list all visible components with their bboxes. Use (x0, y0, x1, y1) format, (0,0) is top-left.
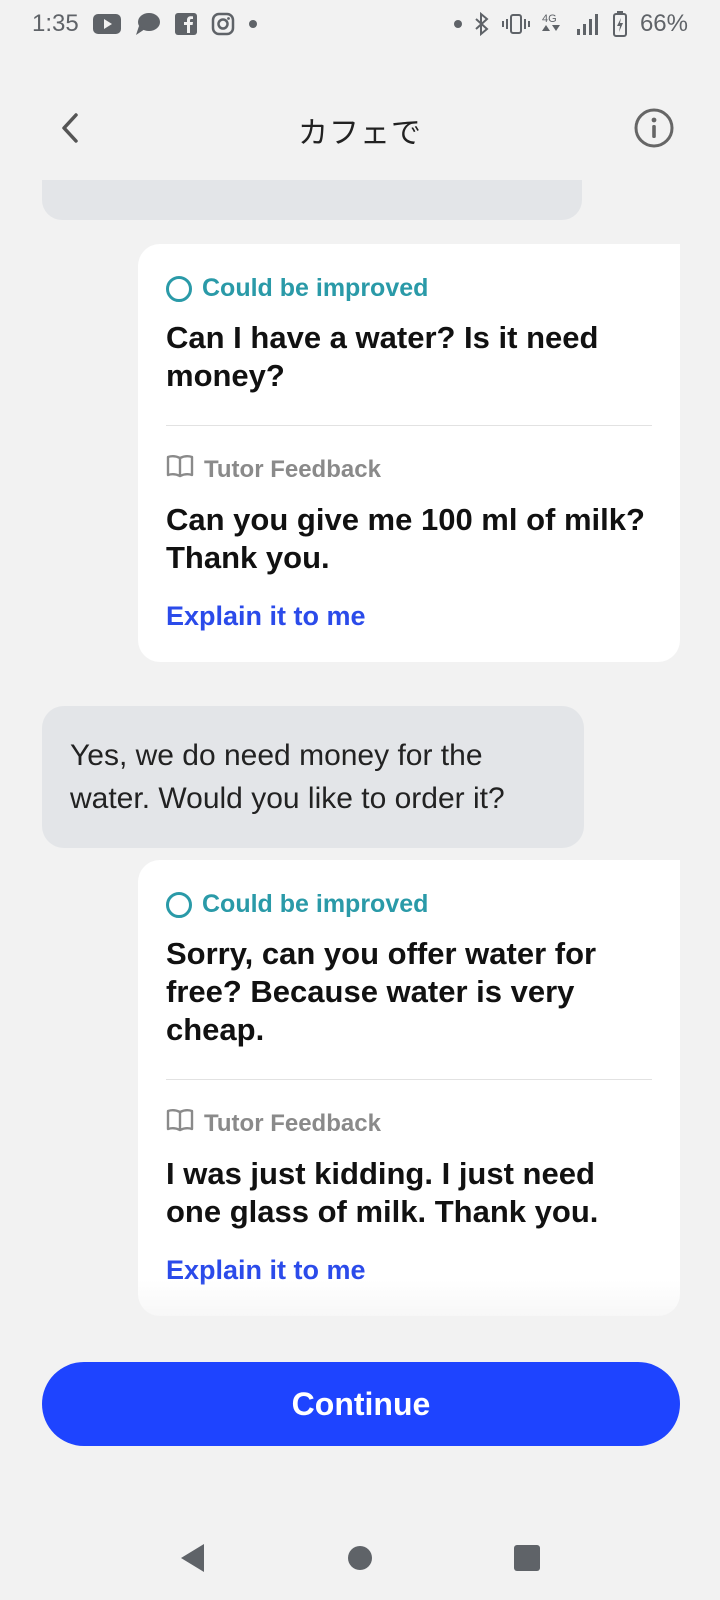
page-title: カフェで (298, 117, 422, 150)
svg-text:4G: 4G (542, 13, 557, 25)
info-button[interactable] (632, 108, 676, 152)
dot-icon (453, 20, 462, 28)
chat-icon (135, 12, 161, 36)
explain-link[interactable]: Explain it to me (166, 601, 366, 632)
status-time: 1:35 (32, 10, 79, 37)
book-icon (166, 454, 194, 485)
status-row: Could be improved (166, 890, 652, 919)
status-row: Could be improved (166, 274, 652, 303)
feedback-header: Tutor Feedback (166, 454, 652, 485)
circle-home-icon (346, 1544, 374, 1577)
previous-bubble (42, 180, 582, 220)
continue-button[interactable]: Continue (42, 1362, 680, 1446)
info-icon (633, 107, 675, 154)
battery-percent: 66% (639, 10, 688, 37)
square-recents-icon (513, 1544, 541, 1577)
system-nav-bar (0, 1520, 720, 1600)
back-button[interactable] (50, 106, 90, 154)
instagram-icon (211, 12, 235, 36)
feedback-text: I was just kidding. I just need one glas… (166, 1156, 599, 1229)
bluetooth-icon (474, 12, 490, 36)
battery-icon (612, 11, 628, 37)
signal-icon (576, 12, 600, 36)
feedback-label: Tutor Feedback (204, 1109, 381, 1137)
nav-recents-button[interactable] (497, 1530, 557, 1590)
vibrate-icon (501, 13, 530, 35)
status-label: Could be improved (202, 274, 429, 302)
nav-home-button[interactable] (330, 1530, 390, 1590)
header: カフェで (0, 92, 720, 168)
facebook-icon (174, 13, 197, 35)
chat-area[interactable]: Could be improved Can I have a water? Is… (0, 180, 720, 1340)
nav-back-button[interactable] (163, 1530, 223, 1590)
feedback-header: Tutor Feedback (166, 1108, 652, 1139)
circle-status-icon (166, 275, 192, 302)
feedback-label: Tutor Feedback (204, 455, 381, 483)
4g-icon: 4G (541, 11, 564, 37)
feedback-text: Can you give me 100 ml of milk? Thank yo… (166, 502, 645, 575)
feedback-card: Could be improved Sorry, can you offer w… (138, 860, 680, 1316)
status-label: Could be improved (202, 890, 429, 918)
dot-icon (248, 20, 257, 28)
divider (166, 425, 652, 426)
user-message: Sorry, can you offer water for free? Bec… (166, 936, 597, 1047)
divider (166, 1079, 652, 1080)
triangle-back-icon (178, 1542, 208, 1579)
circle-status-icon (166, 891, 192, 918)
scroll-fade (0, 1280, 720, 1340)
youtube-icon (92, 14, 121, 34)
feedback-card: Could be improved Can I have a water? Is… (138, 244, 680, 662)
book-icon (166, 1108, 194, 1139)
bot-message: Yes, we do need money for the water. Wou… (42, 706, 584, 848)
user-message: Can I have a water? Is it need money? (166, 320, 599, 393)
chevron-left-icon (58, 111, 82, 150)
status-bar: 1:35 4G 66% (0, 0, 720, 48)
